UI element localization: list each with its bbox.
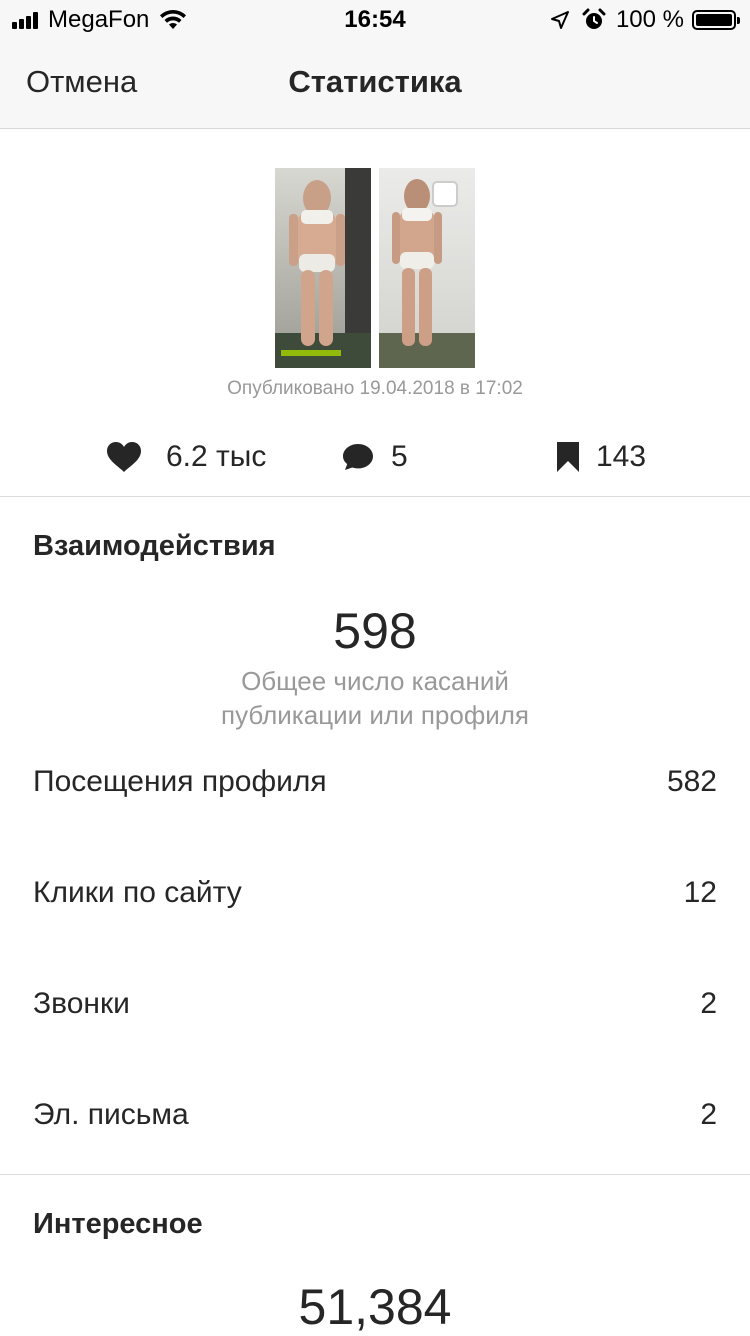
metric-label: Клики по сайту bbox=[33, 876, 242, 909]
discovery-total: 51,384 bbox=[298, 1279, 452, 1335]
status-right: 100 % bbox=[550, 6, 740, 34]
comments-count: 5 bbox=[341, 432, 408, 482]
comment-icon bbox=[343, 444, 373, 470]
metric-value: 582 bbox=[666, 765, 717, 798]
metric-label: Посещения профиля bbox=[33, 765, 327, 798]
metric-row-website-clicks: Клики по сайту 12 bbox=[33, 873, 717, 913]
discovery-title: Интересное bbox=[33, 1208, 203, 1240]
battery-percentage: 100 % bbox=[615, 6, 684, 33]
metric-row-profile-visits: Посещения профиля 582 bbox=[33, 762, 717, 802]
metric-label: Эл. письма bbox=[33, 1098, 189, 1131]
alarm-clock-icon bbox=[582, 8, 606, 29]
metric-row-calls: Звонки 2 bbox=[33, 984, 717, 1024]
published-date: Опубликовано 19.04.2018 в 17:02 bbox=[227, 378, 523, 399]
heart-icon bbox=[107, 442, 141, 472]
interactions-total: 598 bbox=[333, 603, 417, 659]
metric-row-emails: Эл. письма 2 bbox=[33, 1095, 717, 1135]
saves-count: 143 bbox=[556, 432, 646, 482]
bookmark-icon bbox=[557, 442, 579, 472]
post-counts: 6.2 тыс 5 143 bbox=[0, 432, 750, 482]
metric-value: 2 bbox=[700, 987, 717, 1020]
interactions-subtitle-line2: публикации или профиля bbox=[221, 700, 529, 730]
divider bbox=[0, 496, 750, 497]
likes-count: 6.2 тыс bbox=[106, 432, 266, 482]
location-arrow-icon bbox=[550, 11, 569, 29]
interactions-title: Взаимодействия bbox=[33, 530, 276, 562]
status-bar: MegaFon 16:54 100 % bbox=[0, 0, 750, 40]
likes-value: 6.2 тыс bbox=[166, 440, 267, 473]
saves-value: 143 bbox=[596, 440, 647, 473]
metric-value: 2 bbox=[700, 1098, 717, 1131]
battery-icon bbox=[692, 10, 740, 30]
divider bbox=[0, 1174, 750, 1175]
comments-value: 5 bbox=[391, 440, 408, 473]
metric-label: Звонки bbox=[33, 987, 130, 1020]
post-thumbnail[interactable] bbox=[275, 168, 475, 368]
page-title: Статистика bbox=[288, 64, 462, 99]
interactions-subtitle-line1: Общее число касаний bbox=[241, 666, 509, 696]
metric-value: 12 bbox=[683, 876, 717, 909]
navigation-bar: Отмена Статистика bbox=[0, 40, 750, 129]
